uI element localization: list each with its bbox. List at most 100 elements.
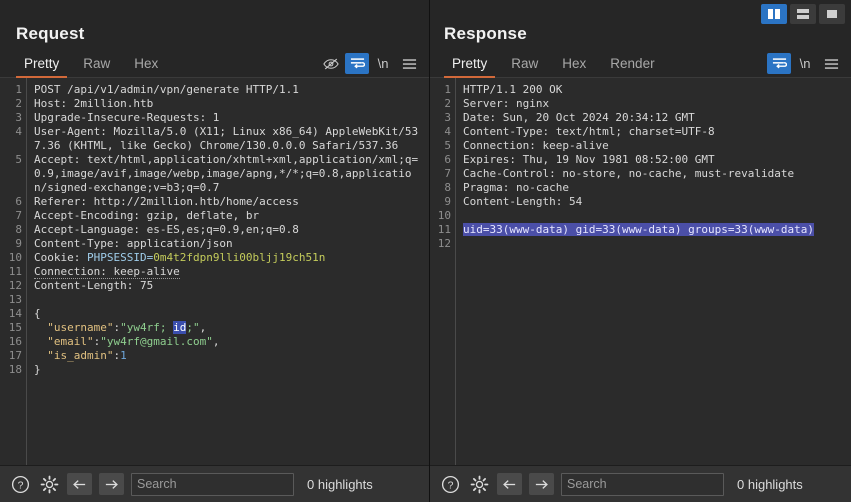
code-token: ;" <box>186 321 199 334</box>
code-line: Expires: Thu, 19 Nov 1981 08:52:00 GMT <box>463 153 845 167</box>
burp-repeater-window: Request Pretty Raw Hex <box>0 0 851 502</box>
code-token: 0m4t2fdpn9lli00bljj19ch51n <box>153 251 325 264</box>
code-line: { <box>34 307 423 321</box>
code-line <box>463 237 845 251</box>
gear-icon[interactable] <box>38 473 60 495</box>
line-number: 4 <box>430 125 451 139</box>
code-line: Connection: keep-alive <box>463 139 845 153</box>
word-wrap-icon[interactable] <box>345 53 369 74</box>
request-highlights-count: 0 highlights <box>307 477 373 492</box>
code-line <box>463 209 845 223</box>
help-glyph: ? <box>11 475 30 494</box>
back-button[interactable] <box>497 473 522 495</box>
line-number: 13 <box>0 293 22 307</box>
line-number: 9 <box>430 195 451 209</box>
horizontal-split-icon <box>796 8 810 20</box>
line-number: 4 <box>0 125 22 139</box>
request-editor[interactable]: 1234 5 6789101112131415161718 POST /api/… <box>0 78 429 465</box>
response-search-box[interactable] <box>561 473 724 496</box>
code-token: "is_admin" <box>47 349 113 362</box>
code-token: , <box>200 321 207 334</box>
code-line: Content-Length: 75 <box>34 279 423 293</box>
response-tab-raw[interactable]: Raw <box>499 56 550 77</box>
arrow-right-icon <box>104 478 119 491</box>
line-number: 6 <box>0 195 22 209</box>
forward-button[interactable] <box>99 473 124 495</box>
menu-icon[interactable] <box>397 53 421 74</box>
layout-single-pane-button[interactable] <box>819 4 845 24</box>
help-icon[interactable]: ? <box>9 473 31 495</box>
response-tabstrip: Pretty Raw Hex Render \n <box>430 50 851 78</box>
request-tab-hex[interactable]: Hex <box>122 56 170 77</box>
newline-label: \n <box>378 56 389 71</box>
code-token <box>34 335 47 348</box>
back-button[interactable] <box>67 473 92 495</box>
line-number: 1 <box>0 83 22 97</box>
line-number: 18 <box>0 363 22 377</box>
code-line <box>34 293 423 307</box>
line-number: 3 <box>430 111 451 125</box>
response-search-input[interactable] <box>567 477 728 491</box>
code-line: Referer: http://2million.htb/home/access <box>34 195 423 209</box>
line-number: 2 <box>0 97 22 111</box>
code-token: Server: nginx <box>463 97 549 110</box>
code-line: uid=33(www-data) gid=33(www-data) groups… <box>463 223 845 237</box>
code-token: "email" <box>47 335 93 348</box>
response-tab-hex[interactable]: Hex <box>550 56 598 77</box>
line-number: 17 <box>0 349 22 363</box>
response-tab-render[interactable]: Render <box>598 56 666 77</box>
line-number: 10 <box>0 251 22 265</box>
response-editor[interactable]: 123456789101112 HTTP/1.1 200 OKServer: n… <box>430 78 851 465</box>
newline-icon[interactable]: \n <box>793 53 817 74</box>
code-token: { <box>34 307 41 320</box>
line-number: 11 <box>0 265 22 279</box>
eye-off-icon[interactable] <box>319 53 343 74</box>
code-line: Accept-Encoding: gzip, deflate, br <box>34 209 423 223</box>
word-wrap-icon[interactable] <box>767 53 791 74</box>
line-number: 6 <box>430 153 451 167</box>
line-number: 16 <box>0 335 22 349</box>
request-tab-pretty[interactable]: Pretty <box>12 56 71 77</box>
response-tab-pretty[interactable]: Pretty <box>440 56 499 77</box>
code-token: 2million.htb <box>74 97 153 110</box>
code-line: HTTP/1.1 200 OK <box>463 83 845 97</box>
code-token <box>34 349 47 362</box>
code-line: Connection: keep-alive <box>34 265 423 279</box>
code-token: POST /api/v1/admin/vpn/generate HTTP/1.1 <box>34 83 299 96</box>
layout-horizontal-split-button[interactable] <box>790 4 816 24</box>
request-panel-title: Request <box>0 0 429 50</box>
code-token: Accept-Encoding: gzip, deflate, br <box>34 209 259 222</box>
line-number: 9 <box>0 237 22 251</box>
response-panel: Response Pretty Raw Hex Render \n <box>430 0 851 502</box>
layout-vertical-split-button[interactable] <box>761 4 787 24</box>
request-tabstrip: Pretty Raw Hex <box>0 50 429 78</box>
line-number: 14 <box>0 307 22 321</box>
svg-text:?: ? <box>447 480 453 491</box>
code-line: User-Agent: Mozilla/5.0 (X11; Linux x86_… <box>34 125 423 153</box>
request-search-box[interactable] <box>131 473 294 496</box>
newline-icon[interactable]: \n <box>371 53 395 74</box>
code-token: Content-Length: 75 <box>34 279 153 292</box>
line-number: 11 <box>430 223 451 237</box>
code-token: "yw4rf@gmail.com" <box>100 335 213 348</box>
single-pane-icon <box>825 8 839 20</box>
code-line: "username":"yw4rf; id;", <box>34 321 423 335</box>
forward-button[interactable] <box>529 473 554 495</box>
gear-glyph <box>40 475 59 494</box>
code-line: Date: Sun, 20 Oct 2024 20:34:12 GMT <box>463 111 845 125</box>
menu-icon[interactable] <box>819 53 843 74</box>
request-gutter: 1234 5 6789101112131415161718 <box>0 78 27 465</box>
request-bottom-toolbar: ? <box>0 465 429 502</box>
request-tab-raw[interactable]: Raw <box>71 56 122 77</box>
gear-icon[interactable] <box>468 473 490 495</box>
request-panel: Request Pretty Raw Hex <box>0 0 430 502</box>
request-search-input[interactable] <box>137 477 298 491</box>
help-icon[interactable]: ? <box>439 473 461 495</box>
code-token: Connection: keep-alive <box>34 265 180 279</box>
code-line: Accept: text/html,application/xhtml+xml,… <box>34 153 423 195</box>
code-line: Host: 2million.htb <box>34 97 423 111</box>
request-code[interactable]: POST /api/v1/admin/vpn/generate HTTP/1.1… <box>27 78 429 465</box>
response-code[interactable]: HTTP/1.1 200 OKServer: nginxDate: Sun, 2… <box>456 78 851 465</box>
code-token: 1 <box>120 349 127 362</box>
arrow-right-icon <box>534 478 549 491</box>
